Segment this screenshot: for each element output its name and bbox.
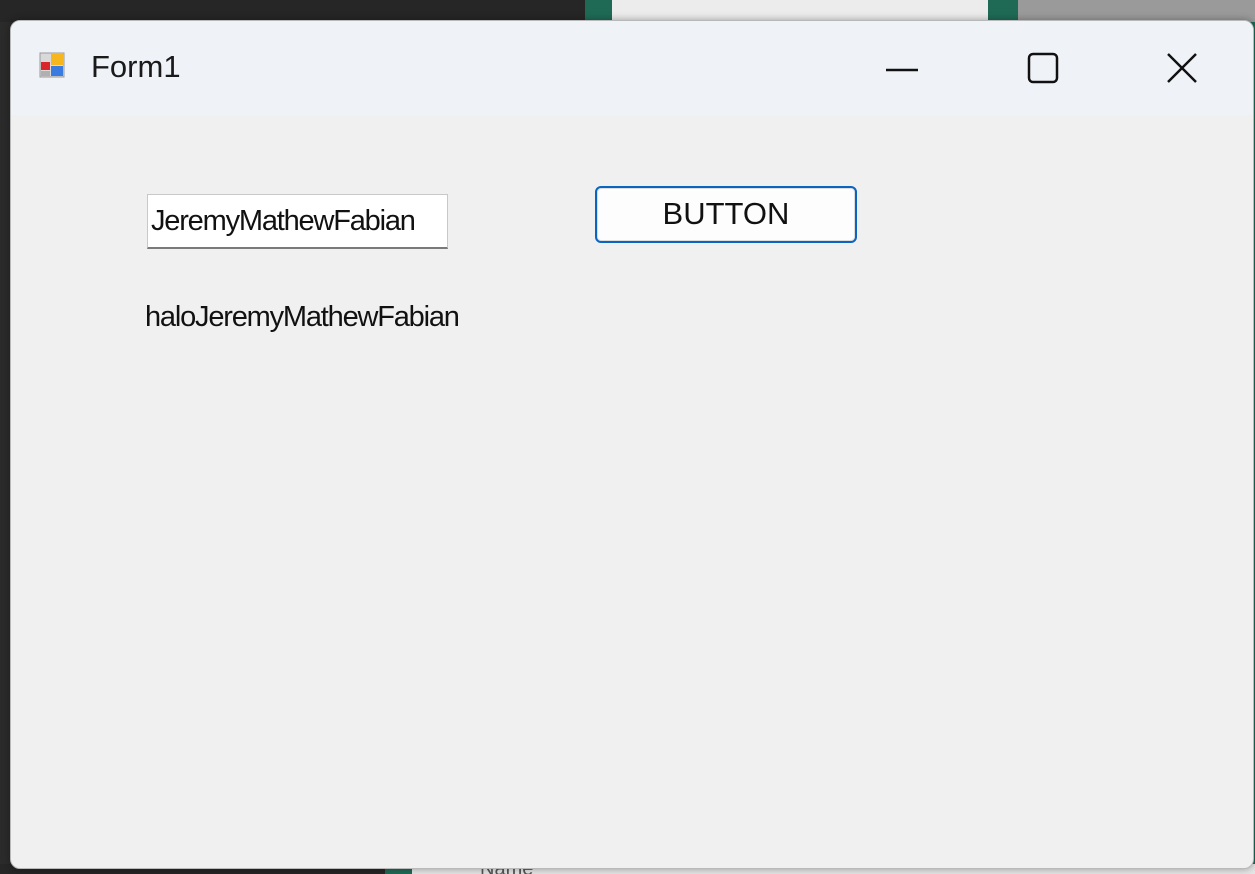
window-title: Form1: [91, 49, 181, 84]
app-form-icon: [39, 52, 65, 78]
desktop-background-top: [0, 0, 1255, 22]
name-textbox[interactable]: [147, 194, 448, 249]
maximize-icon: [1027, 52, 1059, 84]
minimize-button[interactable]: [832, 21, 972, 115]
title-bar[interactable]: Form1: [11, 21, 1253, 115]
greeting-label: haloJeremyMathewFabian: [145, 301, 460, 333]
submit-button[interactable]: BUTTON: [595, 186, 857, 243]
close-button[interactable]: [1112, 21, 1252, 115]
form-window: Form1 BUTTON haloJeremyMathewFabian: [10, 20, 1254, 869]
maximize-button[interactable]: [972, 21, 1112, 115]
minimize-icon: [886, 68, 918, 72]
close-icon: [1167, 53, 1197, 83]
